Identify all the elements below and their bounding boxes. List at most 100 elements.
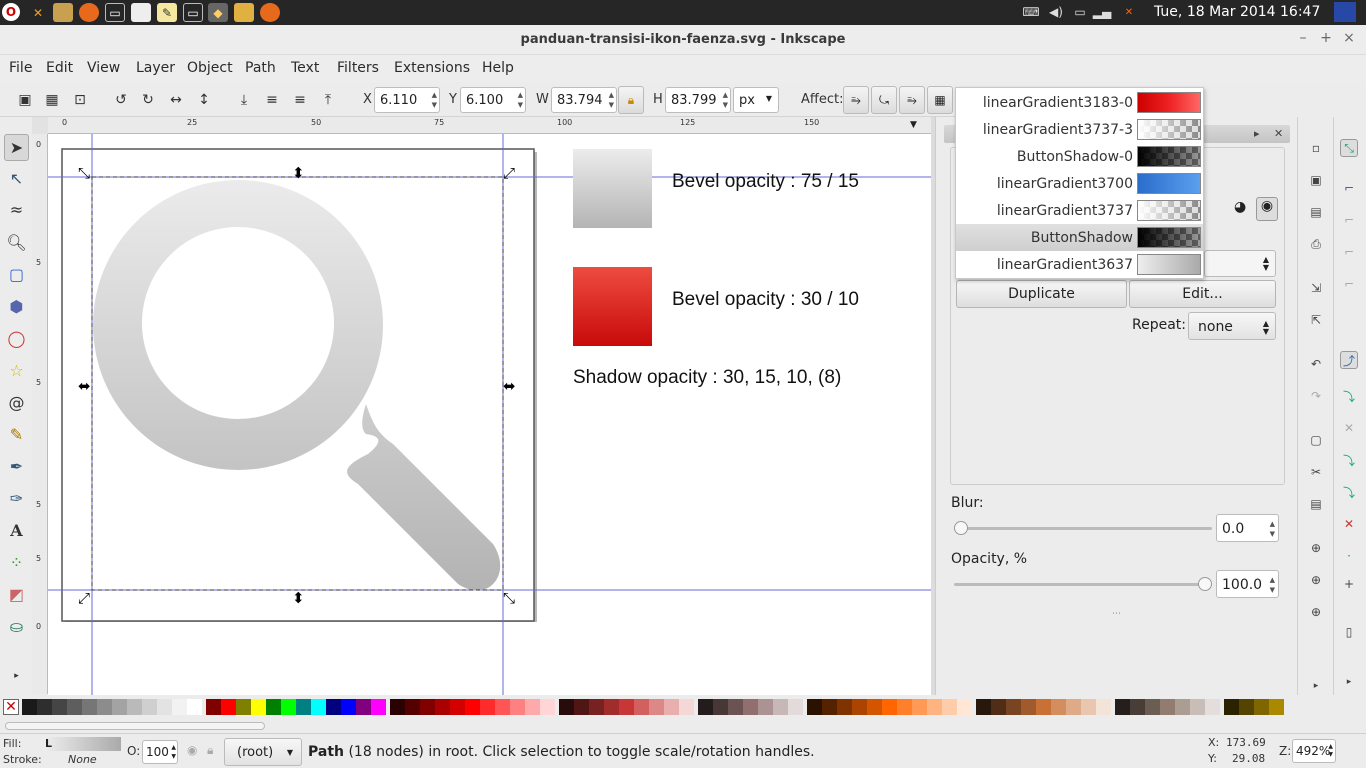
- palette-swatch[interactable]: [1130, 699, 1145, 715]
- shadow-label[interactable]: Shadow opacity : 30, 15, 10, (8): [573, 367, 841, 389]
- workspace-icon[interactable]: [1334, 2, 1356, 22]
- snap-bbox-icon[interactable]: ⌐: [1340, 179, 1358, 197]
- new-doc-icon[interactable]: ▫: [1307, 139, 1325, 157]
- palette-swatch[interactable]: [450, 699, 465, 715]
- snap-path-icon[interactable]: ⤵: [1340, 387, 1358, 405]
- palette-swatch[interactable]: [867, 699, 882, 715]
- app-menu-icon[interactable]: O: [2, 3, 20, 21]
- palette-swatch[interactable]: [326, 699, 341, 715]
- affect-patterns-button[interactable]: ▦: [927, 86, 953, 114]
- snap-rotation-center-icon[interactable]: +: [1340, 575, 1358, 593]
- gradient-item-selected[interactable]: ButtonShadow: [956, 224, 1203, 251]
- palette-swatch[interactable]: [206, 699, 221, 715]
- import-icon[interactable]: ⇲: [1307, 279, 1325, 297]
- flip-horizontal-icon[interactable]: ↔: [166, 91, 186, 109]
- layer-visibility-icon[interactable]: ◉: [187, 743, 197, 757]
- duplicate-button[interactable]: Duplicate: [956, 280, 1127, 308]
- bevel-swatch-red[interactable]: [573, 267, 652, 346]
- deselect-icon[interactable]: ⊡: [70, 91, 90, 109]
- spin-arrows-icon[interactable]: ▲ ▼: [1270, 519, 1275, 539]
- palette-swatch[interactable]: [420, 699, 435, 715]
- gradient-item[interactable]: linearGradient3183-0: [956, 89, 1203, 116]
- panel-grip-icon[interactable]: ⋯: [1112, 609, 1121, 619]
- node-tool-icon[interactable]: ↖: [4, 165, 29, 192]
- opacity-slider-knob[interactable]: [1198, 577, 1212, 591]
- palette-swatch[interactable]: [112, 699, 127, 715]
- select-all-layers-icon[interactable]: ▦: [42, 91, 62, 109]
- spray-tool-icon[interactable]: ⁘: [4, 549, 29, 576]
- spin-arrows-icon[interactable]: ▲ ▼: [609, 90, 614, 110]
- affect-stroke-button[interactable]: ⥱: [843, 86, 869, 114]
- palette-swatch[interactable]: [897, 699, 912, 715]
- close-button[interactable]: ×: [1340, 30, 1358, 46]
- undo-icon[interactable]: ↶: [1307, 355, 1325, 373]
- bevel-label-1[interactable]: Bevel opacity : 75 / 15: [672, 171, 859, 193]
- save-icon[interactable]: ▤: [1307, 203, 1325, 221]
- palette-swatch[interactable]: [728, 699, 743, 715]
- affect-corners-button[interactable]: ⤿: [871, 86, 897, 114]
- y-spinbox[interactable]: 6.100 ▲ ▼: [460, 87, 526, 113]
- palette-swatch[interactable]: [37, 699, 52, 715]
- spin-arrows-icon[interactable]: ▲ ▼: [518, 90, 523, 110]
- export-icon[interactable]: ⇱: [1307, 311, 1325, 329]
- palette-swatch[interactable]: [559, 699, 574, 715]
- drawing-canvas[interactable]: ⤡ ⬍ ⤢ ⬌ ⬌ ⤢ ⬍ ⤡ Bevel opacity : 75 / 15 …: [48, 134, 931, 695]
- snap-bbox-corner-icon[interactable]: ⌐: [1340, 243, 1358, 261]
- opacity-spinbox[interactable]: 100.0 ▲ ▼: [1216, 570, 1279, 598]
- rotate-cw-icon[interactable]: ↻: [138, 91, 158, 109]
- palette-swatch[interactable]: [1006, 699, 1021, 715]
- redo-icon[interactable]: ↷: [1307, 387, 1325, 405]
- palette-swatch[interactable]: [435, 699, 450, 715]
- resize-handle-icon[interactable]: ⤡: [503, 589, 515, 607]
- snap-nodes-icon[interactable]: ⤴: [1340, 351, 1358, 369]
- palette-swatch[interactable]: [157, 699, 172, 715]
- zoom-selection-icon[interactable]: ⊕: [1307, 539, 1325, 557]
- palette-swatch[interactable]: [604, 699, 619, 715]
- gradient-item[interactable]: linearGradient3737: [956, 197, 1203, 224]
- notes-icon[interactable]: ✎: [157, 3, 177, 22]
- copy-icon[interactable]: ▢: [1307, 431, 1325, 449]
- palette-swatch[interactable]: [927, 699, 942, 715]
- expand-arrow-icon[interactable]: ▸: [4, 669, 29, 683]
- palette-swatch[interactable]: [266, 699, 281, 715]
- snap-center-icon[interactable]: ·: [1340, 547, 1358, 565]
- palette-swatch[interactable]: [465, 699, 480, 715]
- text-tool-icon[interactable]: A: [4, 517, 29, 544]
- pen-tool-icon[interactable]: ✒: [4, 453, 29, 480]
- menu-extensions[interactable]: Extensions: [394, 60, 470, 76]
- spin-arrows-icon[interactable]: ▲ ▼: [723, 90, 728, 110]
- palette-swatch[interactable]: [1081, 699, 1096, 715]
- snap-intersection-icon[interactable]: ✕: [1340, 419, 1358, 437]
- h-spinbox[interactable]: 83.799 ▲ ▼: [665, 87, 731, 113]
- palette-swatch[interactable]: [788, 699, 803, 715]
- snap-midpoint-icon[interactable]: ✕: [1340, 515, 1358, 533]
- palette-swatch[interactable]: [97, 699, 112, 715]
- palette-swatch[interactable]: [664, 699, 679, 715]
- inkscape-icon[interactable]: ◆: [208, 3, 228, 22]
- palette-swatch[interactable]: [1205, 699, 1220, 715]
- palette-swatch[interactable]: [405, 699, 420, 715]
- print-icon[interactable]: ⎙: [1307, 235, 1325, 253]
- palette-swatch[interactable]: [852, 699, 867, 715]
- palette-swatch[interactable]: [698, 699, 713, 715]
- selector-tool-icon[interactable]: ➤: [4, 134, 29, 161]
- 3dbox-tool-icon[interactable]: ⬢: [4, 293, 29, 320]
- gradient-item[interactable]: ButtonShadow-0: [956, 143, 1203, 170]
- palette-swatch[interactable]: [525, 699, 540, 715]
- keyboard-icon[interactable]: ⌨: [1020, 4, 1042, 20]
- palette-swatch[interactable]: [912, 699, 927, 715]
- resize-handle-icon[interactable]: ⬍: [292, 164, 305, 182]
- palette-swatch[interactable]: [1115, 699, 1130, 715]
- spin-arrows-icon[interactable]: ▲ ▼: [1270, 575, 1275, 595]
- tools-icon[interactable]: ✕: [28, 3, 48, 22]
- palette-swatch[interactable]: [1190, 699, 1205, 715]
- palette-swatch[interactable]: [1175, 699, 1190, 715]
- palette-swatch[interactable]: [311, 699, 326, 715]
- palette-swatch[interactable]: [172, 699, 187, 715]
- palette-swatch[interactable]: [773, 699, 788, 715]
- clock[interactable]: Tue, 18 Mar 2014 16:47: [1154, 4, 1320, 20]
- palette-swatch[interactable]: [679, 699, 694, 715]
- layer-select[interactable]: (root) ▼: [224, 738, 302, 766]
- palette-swatch[interactable]: [187, 699, 202, 715]
- palette-swatch[interactable]: [281, 699, 296, 715]
